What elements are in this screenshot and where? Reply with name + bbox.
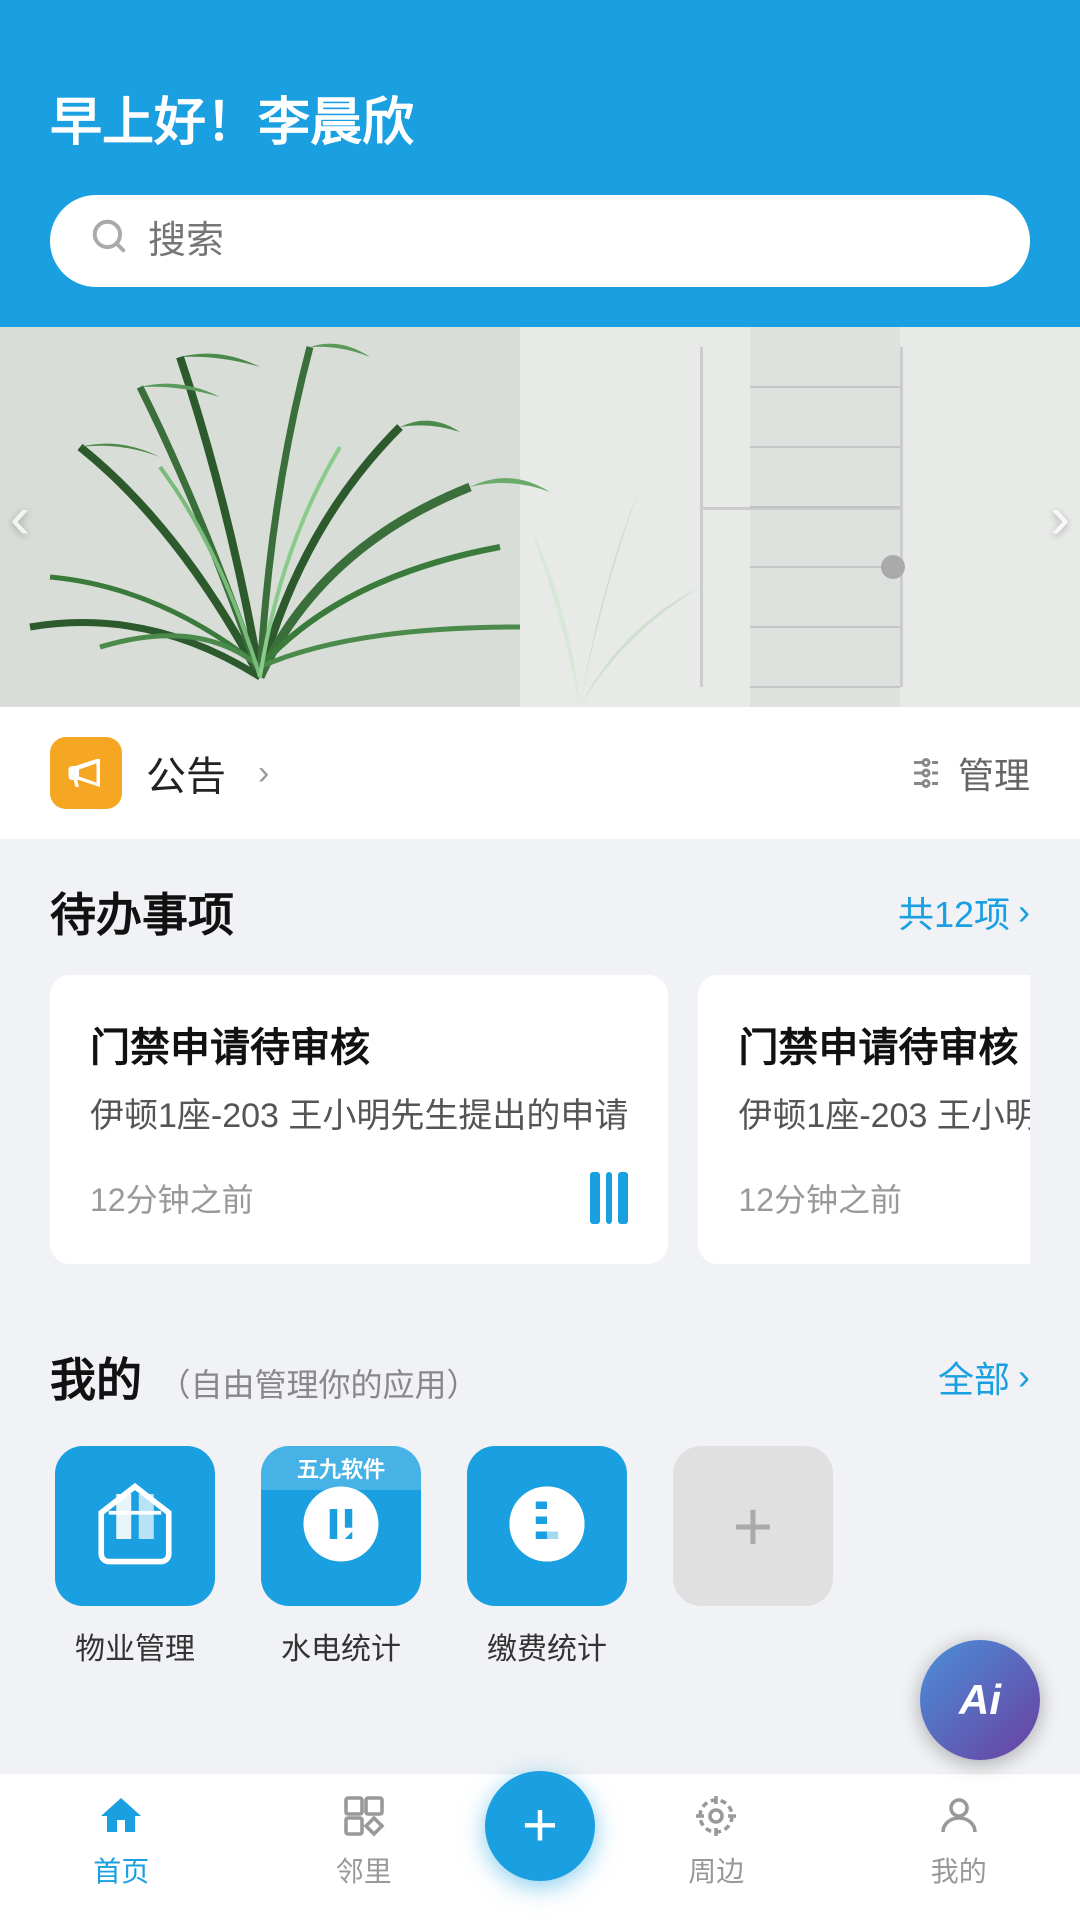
announcement-text: 公告 xyxy=(146,744,226,802)
manage-button[interactable]: 管理 xyxy=(908,747,1030,799)
app-label-payment: 缴费统计 xyxy=(487,1624,607,1668)
todo-header: 待办事项 共12项 › xyxy=(50,879,1030,945)
app-icon-payment xyxy=(467,1446,627,1606)
nav-item-profile[interactable]: 我的 xyxy=(838,1792,1080,1890)
app-icon-utility: 五九软件 xyxy=(261,1446,421,1606)
todo-more-button[interactable]: 共12项 › xyxy=(898,886,1030,938)
home-icon xyxy=(97,1792,145,1840)
todo-section: 待办事项 共12项 › 门禁申请待审核 伊顿1座-203 王小明先生提出的申请 … xyxy=(0,839,1080,1304)
manage-icon xyxy=(908,755,944,791)
nav-label-nearby: 周边 xyxy=(688,1850,744,1890)
app-item-payment[interactable]: 缴费统计 xyxy=(462,1446,632,1668)
nav-label-neighbor: 邻里 xyxy=(336,1850,392,1890)
barcode-bar xyxy=(590,1172,600,1224)
search-input[interactable] xyxy=(148,220,990,263)
neighbor-icon xyxy=(340,1792,388,1840)
utility-icon xyxy=(296,1479,386,1574)
announcement-bar: 公告 › 管理 xyxy=(0,707,1080,839)
barcode-icon xyxy=(590,1172,628,1224)
barcode-bar xyxy=(618,1172,628,1224)
announcement-left[interactable]: 公告 › xyxy=(50,737,269,809)
my-apps-section: 我的 （自由管理你的应用） 全部 › 物业管理 xyxy=(0,1304,1080,1698)
bottom-navigation: 首页 邻里 + 周边 我的 xyxy=(0,1773,1080,1920)
app-label-utility: 水电统计 xyxy=(281,1624,401,1668)
nav-item-home[interactable]: 首页 xyxy=(0,1792,243,1890)
nav-label-profile: 我的 xyxy=(931,1850,987,1890)
manage-text: 管理 xyxy=(958,747,1030,799)
todo-title: 待办事项 xyxy=(50,879,234,945)
app-item-utility[interactable]: 五九软件 水电统计 xyxy=(256,1446,426,1668)
my-apps-title: 我的 xyxy=(50,1354,142,1406)
my-apps-all-button[interactable]: 全部 › xyxy=(938,1351,1030,1403)
nearby-icon xyxy=(692,1792,740,1840)
search-bar[interactable] xyxy=(50,195,1030,287)
nav-item-neighbor[interactable]: 邻里 xyxy=(243,1792,486,1890)
nav-item-nearby[interactable]: 周边 xyxy=(595,1792,838,1890)
barcode-bar xyxy=(606,1172,612,1224)
my-apps-title-group: 我的 （自由管理你的应用） xyxy=(50,1344,478,1410)
todo-card-title: 门禁申请待审核 xyxy=(738,1015,1030,1073)
app-icon-add: + xyxy=(673,1446,833,1606)
property-icon xyxy=(90,1479,180,1574)
fab-plus-icon: + xyxy=(522,1795,558,1857)
app-grid: 物业管理 五九软件 水电统计 xyxy=(50,1446,1030,1668)
app-icon-property xyxy=(55,1446,215,1606)
todo-cards-scroll[interactable]: 门禁申请待审核 伊顿1座-203 王小明先生提出的申请 12分钟之前 门禁申请待… xyxy=(50,975,1030,1284)
banner-next-arrow[interactable]: › xyxy=(1050,483,1070,552)
fab-button[interactable]: + xyxy=(485,1771,595,1881)
announcement-arrow: › xyxy=(258,754,269,793)
todo-card-desc: 伊顿1座-203 王小明先生提出的申请 xyxy=(90,1091,628,1142)
announcement-icon xyxy=(50,737,122,809)
ai-label: Ai xyxy=(959,1676,1001,1724)
search-icon xyxy=(90,217,128,265)
banner-image: ‹ › xyxy=(0,327,1080,707)
todo-card[interactable]: 门禁申请待审核 伊顿1座-203 王小明先生提出的申请 12分钟之前 xyxy=(698,975,1030,1264)
my-apps-subtitle: （自由管理你的应用） xyxy=(158,1367,478,1403)
app-label-property: 物业管理 xyxy=(75,1624,195,1668)
my-apps-header: 我的 （自由管理你的应用） 全部 › xyxy=(50,1344,1030,1410)
todo-card-title: 门禁申请待审核 xyxy=(90,1015,628,1073)
banner-prev-arrow[interactable]: ‹ xyxy=(10,483,30,552)
app-item-property[interactable]: 物业管理 xyxy=(50,1446,220,1668)
todo-card-time: 12分钟之前 xyxy=(90,1175,254,1221)
greeting-text: 早上好！李晨欣 xyxy=(50,80,1030,155)
header: 早上好！李晨欣 xyxy=(0,0,1080,327)
app-badge-watermark: 五九软件 xyxy=(261,1446,421,1490)
app-item-add[interactable]: + xyxy=(668,1446,838,1668)
nav-item-fab[interactable]: + xyxy=(485,1801,595,1881)
ai-button[interactable]: Ai xyxy=(920,1640,1040,1760)
todo-card-desc: 伊顿1座-203 王小明先生提出的申请 xyxy=(738,1091,1030,1142)
todo-card[interactable]: 门禁申请待审核 伊顿1座-203 王小明先生提出的申请 12分钟之前 xyxy=(50,975,668,1264)
todo-card-footer: 12分钟之前 xyxy=(90,1172,628,1224)
todo-card-time: 12分钟之前 xyxy=(738,1175,902,1221)
profile-icon xyxy=(935,1792,983,1840)
add-icon: + xyxy=(733,1486,774,1566)
payment-icon xyxy=(502,1479,592,1574)
todo-card-footer: 12分钟之前 xyxy=(738,1172,1030,1224)
nav-label-home: 首页 xyxy=(93,1850,149,1890)
